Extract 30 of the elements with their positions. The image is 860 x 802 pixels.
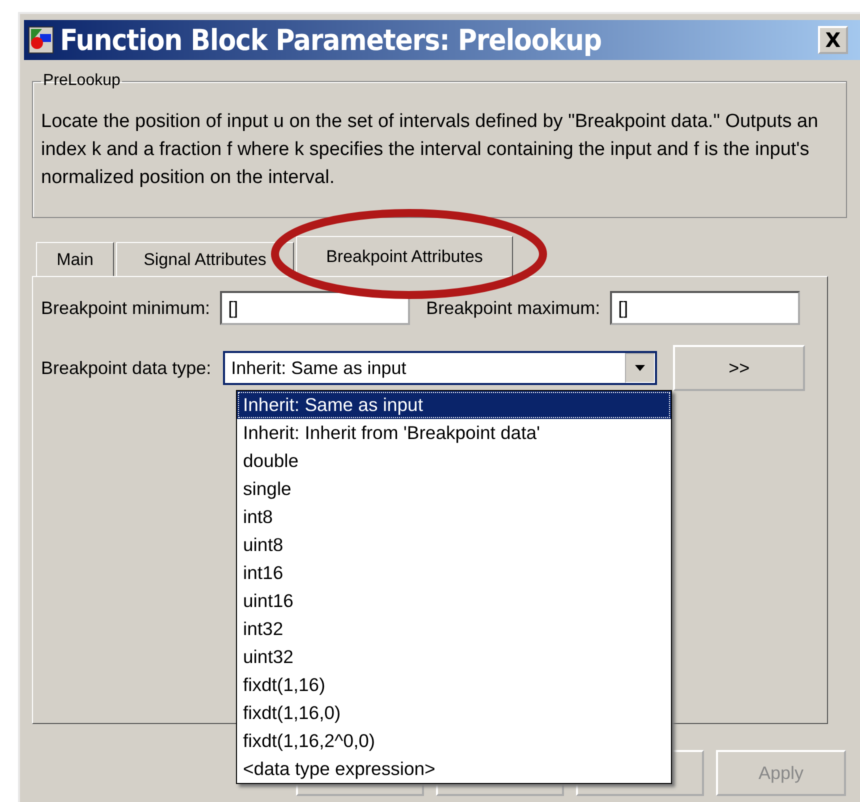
dropdown-option[interactable]: Inherit: Inherit from 'Breakpoint data' (237, 419, 671, 447)
dropdown-arrow-icon (635, 365, 646, 371)
tab[interactable]: Main (36, 242, 114, 276)
input-field[interactable]: [] (610, 291, 800, 325)
field-label: Breakpoint data type: (41, 358, 212, 378)
dropdown-field[interactable]: Inherit: Same as input (223, 351, 658, 385)
dropdown-option[interactable]: uint16 (237, 587, 671, 615)
dropdown-option[interactable]: <data type expression> (237, 755, 671, 783)
close-button[interactable]: X (818, 26, 848, 54)
dropdown-option[interactable]: fixdt(1,16,2^0,0) (237, 727, 671, 755)
dropdown-option[interactable]: double (237, 447, 671, 475)
dropdown-option[interactable]: uint32 (237, 643, 671, 671)
field-label: Breakpoint minimum: (41, 298, 210, 318)
input-field[interactable]: [] (220, 291, 410, 325)
dropdown-option[interactable]: fixdt(1,16) (237, 671, 671, 699)
group-title: PreLookup (42, 72, 122, 90)
field-label: Breakpoint maximum: (426, 298, 600, 318)
dropdown-option[interactable]: int32 (237, 615, 671, 643)
assistant-button[interactable]: >> (673, 345, 806, 391)
window-title: Function Block Parameters: Prelookup (60, 23, 602, 57)
dropdown-option[interactable]: Inherit: Same as input (237, 391, 671, 419)
dropdown-option[interactable]: fixdt(1,16,0) (237, 699, 671, 727)
dropdown-option[interactable]: uint8 (237, 531, 671, 559)
tab[interactable]: Breakpoint Attributes (296, 236, 513, 276)
dropdown-option[interactable]: int8 (237, 503, 671, 531)
description-text: Locate the position of input u on the set of intervals defined by "Breakpoint data." Outputs an index k and a fraction f where k specifies the interval containing the input and f is the input's normalized position on the interval. (41, 110, 820, 190)
block-icon (28, 26, 54, 54)
dropdown-option[interactable]: int16 (237, 559, 671, 587)
dropdown-option[interactable]: single (237, 475, 671, 503)
tab[interactable]: Signal Attributes (116, 242, 294, 276)
